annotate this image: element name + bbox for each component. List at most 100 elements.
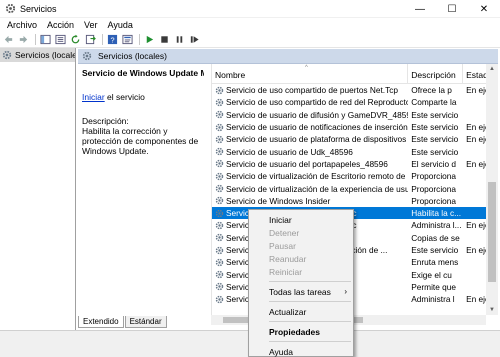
gear-icon — [215, 135, 224, 144]
gear-icon — [215, 233, 224, 242]
properties-icon[interactable] — [121, 33, 134, 46]
service-description-cell: Administra l... — [411, 220, 462, 231]
description-label: Descripción: — [82, 116, 129, 126]
tab-extendido[interactable]: Extendido — [78, 316, 124, 328]
gear-icon — [215, 98, 224, 107]
table-row[interactable]: Servicio de usuario del portapapeles_485… — [212, 158, 486, 170]
pause-icon[interactable] — [173, 33, 186, 46]
forward-icon[interactable] — [17, 33, 30, 46]
table-row[interactable]: Servicio de usuario de notificaciones de… — [212, 121, 486, 133]
gear-icon — [215, 270, 224, 279]
toolbar-separator — [102, 34, 103, 45]
service-name: Servicio de usuario de notificaciones de… — [226, 122, 409, 133]
table-row[interactable]: Servicio de usuario de plataforma de dis… — [212, 133, 486, 145]
gear-icon — [215, 86, 224, 94]
svg-text:?: ? — [110, 35, 114, 44]
service-description-cell: Habilita la c... — [411, 208, 462, 219]
context-item-iniciar[interactable]: Iniciar — [249, 213, 353, 226]
gear-icon — [215, 123, 224, 131]
context-item-label: Pausar — [269, 240, 296, 251]
service-state-cell: En eje — [466, 158, 486, 169]
table-row[interactable]: Servicio de usuario de Udk_48596 Este ser… — [212, 145, 486, 157]
toolbar: ? — [0, 32, 500, 48]
back-icon[interactable] — [2, 33, 15, 46]
column-header-name[interactable]: ^ Nombre — [212, 64, 409, 83]
context-item-actualizar[interactable]: Actualizar — [249, 305, 353, 318]
menu-separator — [269, 281, 351, 282]
service-state-cell: En eje — [466, 122, 486, 133]
service-description-cell: Este servicio — [411, 245, 459, 255]
console-tree: Servicios (locales) — [0, 48, 76, 330]
service-name: Servicio de usuario de Udk_48596 — [226, 146, 353, 157]
service-description-cell: Proporciona — [411, 171, 457, 182]
context-menu: Iniciar Detener Pausar Reanudar Reiniciar Tod… — [248, 209, 354, 357]
tab-estandar[interactable]: Estándar — [124, 316, 167, 328]
pane-header-title: Servicios (locales) — [98, 51, 167, 61]
service-state-cell: En eje — [466, 245, 486, 255]
service-description-cell: Este servicio — [411, 134, 459, 145]
export-list-icon[interactable] — [84, 33, 97, 46]
table-row[interactable]: Servicio de uso compartido de red del Re… — [212, 96, 486, 108]
gear-icon — [215, 246, 224, 254]
tree-item-services-local[interactable]: Servicios (locales) — [0, 48, 75, 62]
vertical-scroll-thumb[interactable] — [488, 182, 496, 282]
menu-separator — [269, 321, 351, 322]
menu-ver[interactable]: Ver — [79, 20, 103, 30]
stop-icon[interactable] — [158, 33, 171, 46]
service-state-cell: En eje — [466, 220, 486, 231]
service-description-cell: Proporciona — [411, 183, 457, 194]
pane-header: Servicios (locales) — [78, 49, 498, 64]
gear-icon — [215, 295, 224, 303]
column-header-name-label: Nombre — [215, 70, 246, 80]
gear-icon — [215, 184, 224, 193]
context-item-label: Ayuda — [269, 346, 293, 357]
restart-icon[interactable] — [188, 33, 201, 46]
table-row[interactable]: Servicio de uso compartido de puertos Ne… — [212, 84, 486, 96]
description-text: Habilita la corrección y protección de c… — [82, 126, 199, 156]
gear-icon — [215, 172, 224, 180]
service-name-cell: Servicio de usuario de plataforma de dis… — [212, 134, 408, 144]
start-service-link[interactable]: Iniciar — [82, 92, 105, 102]
menu-ayuda[interactable]: Ayuda — [103, 20, 138, 30]
column-header-description[interactable]: Descripción — [408, 64, 464, 83]
vertical-scrollbar[interactable]: ▲ ▼ — [486, 64, 498, 315]
menu-archivo[interactable]: Archivo — [2, 20, 42, 30]
context-item-label: Propiedades — [269, 326, 321, 337]
sort-caret-icon: ^ — [305, 65, 308, 71]
gear-icon — [215, 258, 224, 267]
table-row[interactable]: Servicio de virtualización de la experie… — [212, 182, 486, 194]
toolbar-separator — [139, 34, 140, 45]
gear-icon — [82, 51, 92, 61]
service-name-cell: Servicio de usuario del portapapeles_485… — [212, 159, 408, 169]
table-row[interactable]: Servicio de usuario de difusión y GameDV… — [212, 109, 486, 121]
service-title: Servicio de Windows Update Medic — [82, 68, 204, 78]
maximize-button[interactable]: ☐ — [436, 0, 468, 18]
menu-accion[interactable]: Acción — [42, 20, 79, 30]
close-button[interactable]: ✕ — [468, 0, 500, 18]
context-item-detener: Detener — [249, 226, 353, 239]
play-icon[interactable] — [143, 33, 156, 46]
context-item-propiedades[interactable]: Propiedades — [249, 325, 353, 338]
service-name-cell: Servicio de usuario de notificaciones de… — [212, 122, 408, 132]
table-row[interactable]: Servicio de virtualización de Escritorio… — [212, 170, 486, 182]
menu-separator — [269, 341, 351, 342]
list-view-icon[interactable] — [54, 33, 67, 46]
help-icon[interactable]: ? — [106, 33, 119, 46]
context-item-todas-las-tareas[interactable]: Todas las tareas › — [249, 285, 353, 298]
column-header-state[interactable]: Estad — [463, 64, 486, 83]
minimize-button[interactable]: — — [404, 0, 436, 18]
context-item-ayuda[interactable]: Ayuda — [249, 345, 353, 357]
refresh-icon[interactable] — [69, 33, 82, 46]
scroll-up-icon[interactable]: ▲ — [486, 64, 498, 74]
service-name: Servicio de usuario de plataforma de dis… — [226, 134, 408, 145]
service-name-cell: Servicio de Windows Insider — [212, 196, 408, 206]
context-item-label: Todas las tareas — [269, 286, 331, 297]
service-description-cell: Exige el cu — [411, 269, 452, 280]
gear-icon — [215, 197, 224, 205]
console-tree-icon[interactable] — [39, 33, 52, 46]
submenu-arrow-icon: › — [344, 287, 347, 296]
table-row[interactable]: Servicio de Windows Insider Proporciona — [212, 195, 486, 207]
menu-bar: Archivo Acción Ver Ayuda — [0, 18, 500, 32]
scroll-down-icon[interactable]: ▼ — [486, 305, 498, 315]
tree-item-label: Servicios (locales) — [15, 50, 75, 60]
